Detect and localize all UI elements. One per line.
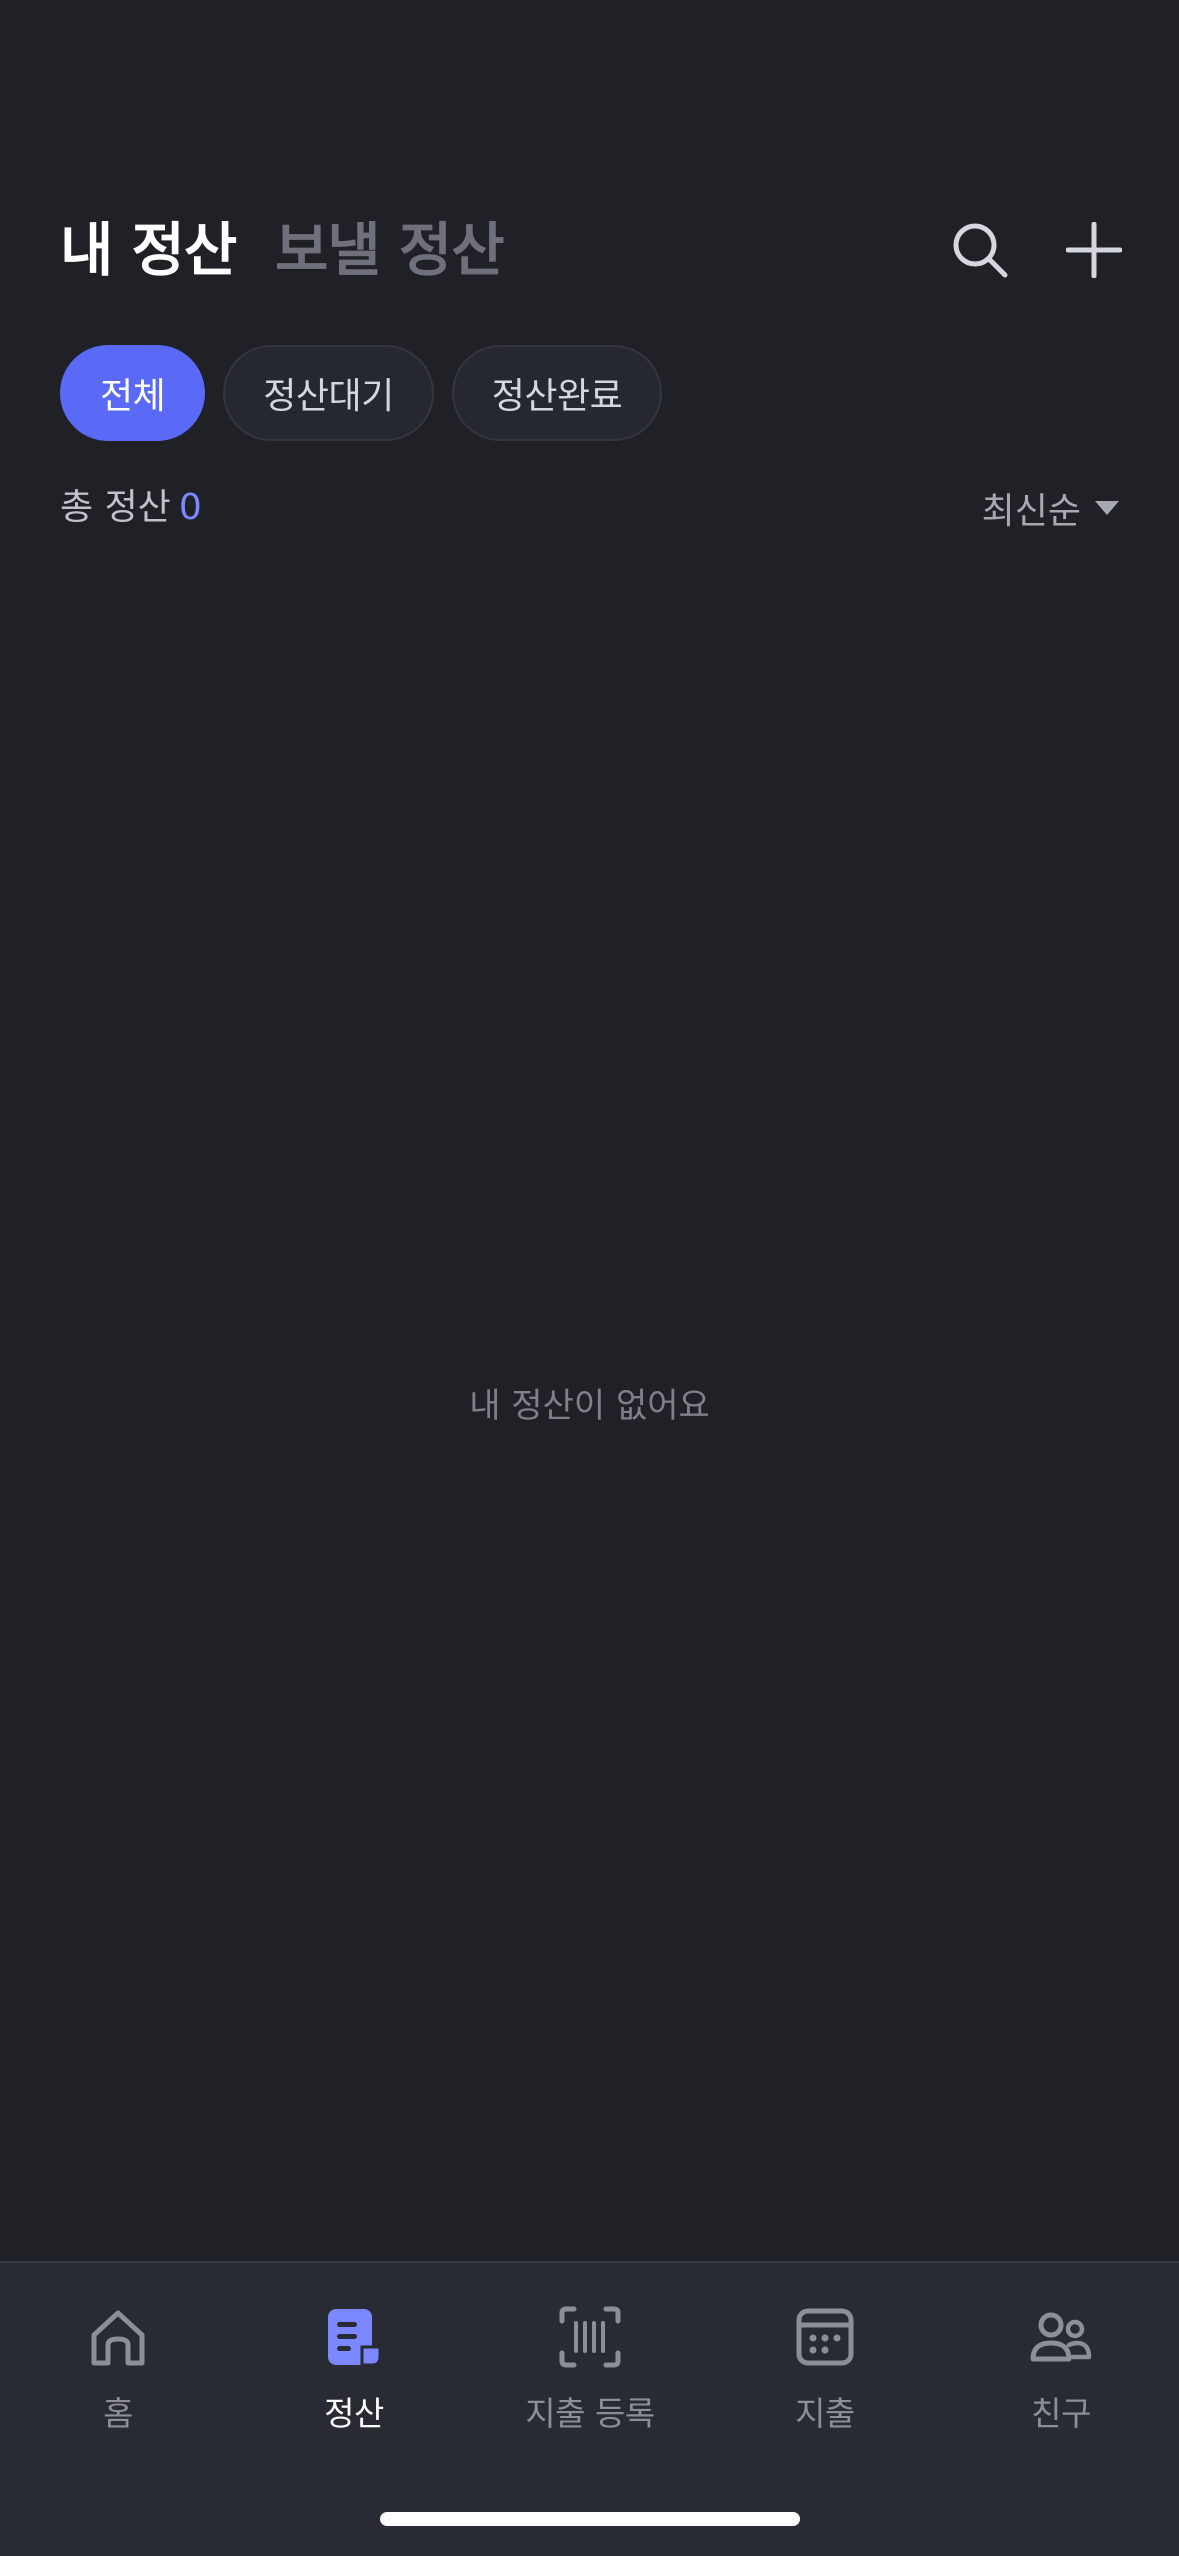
plus-icon (1066, 222, 1122, 278)
filter-pending-chip[interactable]: 정산대기 (223, 345, 434, 441)
nav-settlement[interactable]: 정산 (236, 2299, 472, 2439)
home-icon (91, 2310, 145, 2366)
receipt-icon (328, 2309, 382, 2367)
friends-icon (1030, 2312, 1092, 2362)
filter-all-chip[interactable]: 전체 (60, 345, 206, 441)
total-settlements: 총 정산 0 (60, 478, 202, 538)
nav-expense[interactable]: 지출 (707, 2299, 943, 2439)
nav-label-expense: 지출 (795, 2394, 855, 2433)
header: 내 정산 보낼 정산 (0, 200, 1179, 300)
nav-label-settlement: 정산 (324, 2394, 384, 2433)
filter-done-chip[interactable]: 정산완료 (451, 345, 663, 441)
home-indicator (380, 2512, 800, 2526)
caret-down-icon (1095, 501, 1119, 515)
barcode-scan-icon (559, 2306, 621, 2368)
empty-state-message: 내 정산이 없어요 (469, 1386, 710, 1426)
nav-register-expense[interactable]: 지출 등록 (472, 2299, 708, 2439)
tab-send-settlements[interactable]: 보낼 정산 (275, 210, 505, 290)
nav-friends[interactable]: 친구 (943, 2299, 1179, 2439)
nav-home[interactable]: 홈 (0, 2299, 236, 2439)
calendar-icon (796, 2308, 854, 2366)
search-icon (953, 223, 1008, 278)
tab-my-settlements[interactable]: 내 정산 (60, 210, 237, 290)
summary-row: 총 정산 0 최신순 (60, 478, 1119, 538)
total-label: 총 정산 (60, 487, 171, 528)
total-count: 0 (178, 487, 202, 528)
nav-label-register-expense: 지출 등록 (525, 2394, 655, 2433)
add-button[interactable] (1054, 210, 1134, 290)
settlement-screen: 내 정산 보낼 정산 전체 정산대기 정산완료 총 정산 0 최신순 내 정산이… (0, 0, 1179, 2556)
filter-chips: 전체 정산대기 정산완료 (60, 345, 663, 441)
nav-label-home: 홈 (103, 2394, 133, 2433)
sort-label: 최신순 (981, 491, 1081, 532)
nav-label-friends: 친구 (1031, 2394, 1091, 2433)
search-button[interactable] (940, 210, 1020, 290)
sort-dropdown[interactable]: 최신순 (982, 478, 1119, 538)
